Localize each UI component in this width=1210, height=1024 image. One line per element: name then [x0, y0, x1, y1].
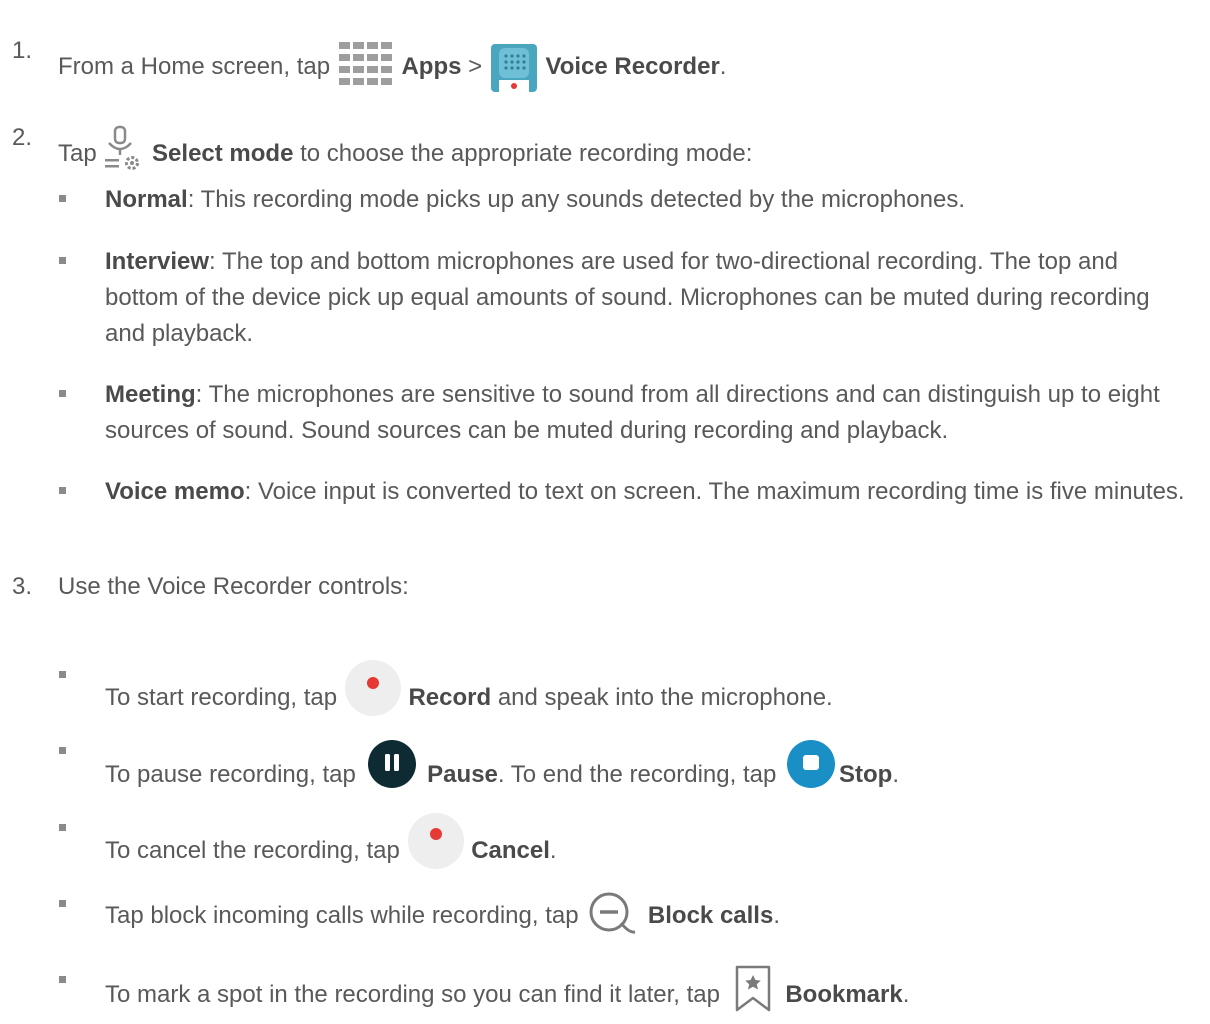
mode-text: Meeting: The microphones are sensitive t…: [105, 377, 1195, 449]
select-mode-icon: [103, 125, 145, 175]
record-icon: [344, 659, 402, 717]
voice-recorder-app-icon: [489, 44, 539, 92]
period: .: [719, 53, 727, 80]
voice-recorder-label: Voice Recorder: [545, 53, 720, 80]
mode-text: Interview: The top and bottom microphone…: [105, 244, 1195, 352]
cancel-label: Cancel: [471, 837, 550, 864]
stop-label: Stop: [838, 761, 893, 788]
mode-desc: : Voice input is converted to text on sc…: [244, 478, 1185, 505]
period: .: [902, 981, 910, 1008]
period: .: [773, 902, 780, 929]
apps-label: Apps: [401, 53, 462, 80]
mode-text: Voice memo: Voice input is converted to …: [105, 474, 1195, 510]
control-text: To mark a spot in the recording so you c…: [105, 981, 720, 1008]
bullet: [59, 900, 66, 907]
control-text-middle: . To end the recording, tap: [497, 761, 777, 788]
bookmark-label: Bookmark: [785, 981, 903, 1008]
mode-name: Meeting: [105, 381, 196, 408]
bullet: [59, 487, 66, 494]
step-number: 3.: [12, 573, 33, 600]
pause-label: Pause: [427, 761, 498, 788]
select-mode-label: Select mode: [152, 140, 294, 167]
bullet: [59, 976, 66, 983]
control-text: To cancel the recording, tap: [105, 837, 400, 864]
mode-desc: : The microphones are sensitive to sound…: [105, 381, 1160, 444]
period: .: [892, 761, 899, 788]
bookmark-icon: [727, 964, 779, 1014]
mode-desc: : The top and bottom microphones are use…: [105, 248, 1150, 347]
mode-name: Voice memo: [105, 478, 245, 505]
step-text: From a Home screen, tap: [58, 53, 331, 80]
stop-icon: [783, 738, 839, 796]
mode-name: Interview: [105, 248, 210, 275]
step-text: Tap: [58, 140, 97, 167]
step-number: 2.: [12, 124, 33, 151]
control-text-suffix: and speak into the microphone.: [497, 684, 833, 711]
step-number: 1.: [12, 37, 33, 64]
step-text-suffix: to choose the appropriate recording mode…: [300, 140, 753, 167]
block-calls-icon: [585, 891, 641, 937]
mode-text: Normal: This recording mode picks up any…: [105, 182, 1195, 218]
control-text: To pause recording, tap: [105, 761, 356, 788]
block-calls-label: Block calls: [647, 902, 774, 929]
cancel-icon: [407, 812, 465, 870]
period: .: [549, 837, 557, 864]
bullet: [59, 824, 66, 831]
apps-grid-icon: [337, 40, 395, 90]
record-label: Record: [408, 684, 492, 711]
control-text: To start recording, tap: [105, 684, 338, 711]
step-text: Use the Voice Recorder controls:: [58, 573, 409, 600]
bullet: [59, 257, 66, 264]
mode-desc: : This recording mode picks up any sound…: [187, 186, 966, 213]
bullet: [59, 195, 66, 202]
bullet: [59, 390, 66, 397]
bullet: [59, 671, 66, 678]
pause-icon: [363, 738, 421, 796]
separator: >: [468, 53, 483, 80]
bullet: [59, 747, 66, 754]
control-text: Tap block incoming calls while recording…: [105, 902, 579, 929]
mode-name: Normal: [105, 186, 188, 213]
